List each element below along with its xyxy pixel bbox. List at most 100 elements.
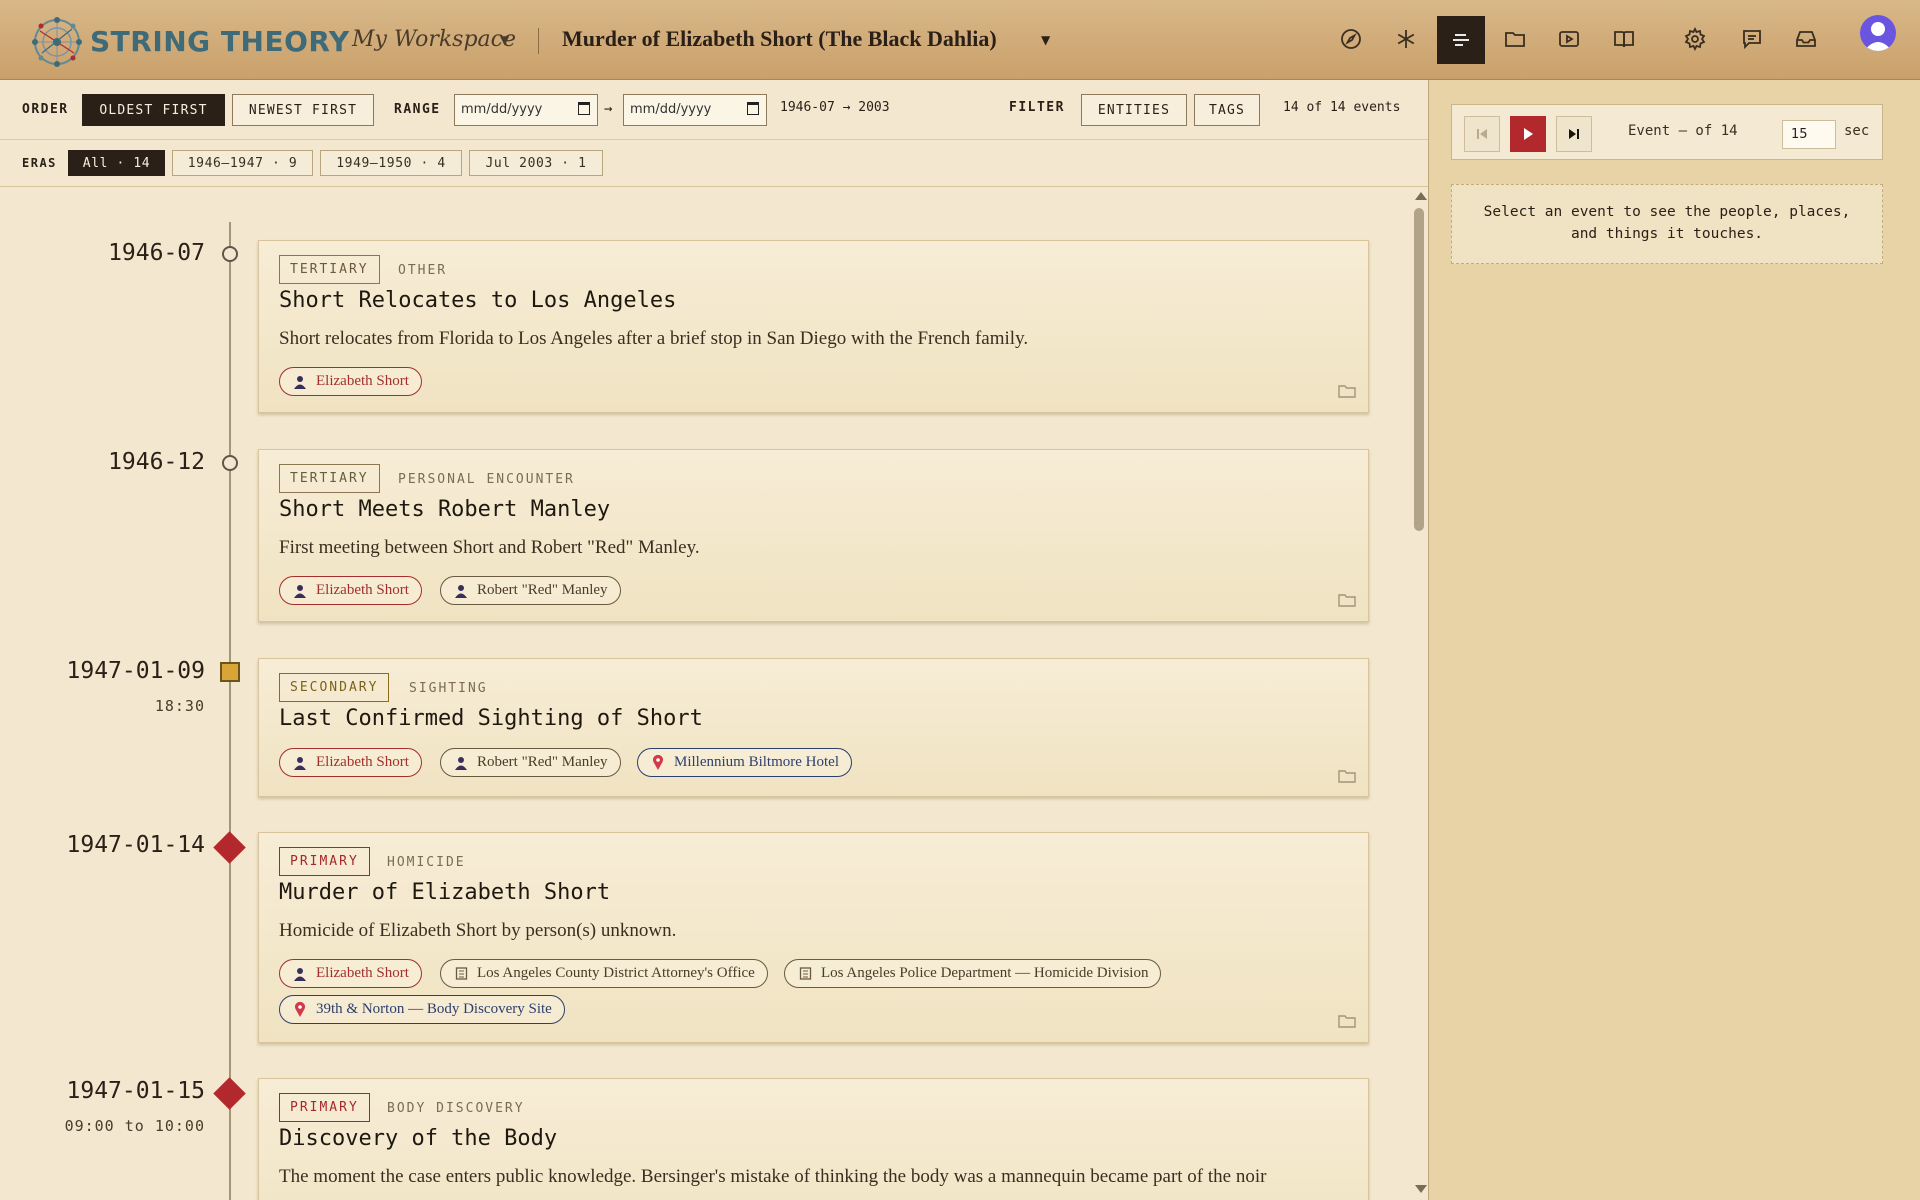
entity-chip-person[interactable]: Robert "Red" Manley <box>440 576 621 605</box>
event-type: BODY DISCOVERY <box>387 1101 525 1116</box>
era-1946-1947[interactable]: 1946–1947 · 9 <box>172 150 313 176</box>
chip-label: Los Angeles Police Department — Homicide… <box>821 965 1149 981</box>
scroll-up-icon[interactable] <box>1415 192 1427 200</box>
timeline-icon[interactable] <box>1437 16 1485 64</box>
event-card[interactable]: SECONDARY SIGHTING Last Confirmed Sighti… <box>258 658 1369 797</box>
event-description: Homicide of Elizabeth Short by person(s)… <box>279 920 677 941</box>
event-date: 1947-01-14 <box>66 832 205 858</box>
era-all[interactable]: All · 14 <box>68 150 165 176</box>
range-start-input[interactable]: mm/dd/yyyy <box>454 94 598 126</box>
compass-icon[interactable] <box>1335 23 1367 55</box>
timeline-list: 1946-07 TERTIARY OTHER Short Relocates t… <box>0 188 1412 1200</box>
entity-chip-person[interactable]: Elizabeth Short <box>279 959 422 988</box>
person-icon <box>292 583 308 599</box>
oldest-first-button[interactable]: OLDEST FIRST <box>82 94 225 126</box>
book-icon[interactable] <box>1608 23 1640 55</box>
skip-forward-icon <box>1569 129 1579 139</box>
workspace-selector[interactable]: My Workspace <box>352 27 516 52</box>
event-date: 1946-12 <box>108 449 205 475</box>
case-title[interactable]: Murder of Elizabeth Short (The Black Dah… <box>562 26 997 52</box>
play-icon[interactable] <box>1553 23 1585 55</box>
filter-label: FILTER <box>1009 100 1065 115</box>
asterisk-icon[interactable] <box>1390 23 1422 55</box>
event-type: HOMICIDE <box>387 855 466 870</box>
event-title: Discovery of the Body <box>279 1126 558 1151</box>
entity-chip-person[interactable]: Robert "Red" Manley <box>440 748 621 777</box>
primary-marker <box>213 831 246 864</box>
calendar-icon[interactable] <box>578 102 590 115</box>
timeline-scrollbar[interactable] <box>1412 188 1428 1200</box>
tags-filter-button[interactable]: TAGS <box>1194 94 1260 126</box>
logo <box>32 17 82 67</box>
person-icon <box>292 966 308 982</box>
chat-icon[interactable] <box>1736 23 1768 55</box>
primary-marker <box>213 1077 246 1110</box>
scroll-down-icon[interactable] <box>1415 1185 1427 1193</box>
folder-icon[interactable] <box>1338 1014 1356 1028</box>
skip-forward-button[interactable] <box>1556 116 1592 152</box>
eras-label: ERAS <box>22 156 57 170</box>
entity-chip-organization[interactable]: Los Angeles County District Attorney's O… <box>440 959 768 988</box>
chip-label: Elizabeth Short <box>316 373 409 389</box>
seconds-label: sec <box>1844 123 1870 139</box>
person-icon <box>292 755 308 771</box>
chip-label: Millennium Biltmore Hotel <box>674 754 839 770</box>
event-time: 18:30 <box>154 697 205 715</box>
folder-icon[interactable] <box>1338 593 1356 607</box>
event-position: Event — of 14 <box>1628 123 1738 139</box>
event-card[interactable]: PRIMARY HOMICIDE Murder of Elizabeth Sho… <box>258 832 1369 1043</box>
entity-chip-person[interactable]: Elizabeth Short <box>279 367 422 396</box>
event-card[interactable]: PRIMARY BODY DISCOVERY Discovery of the … <box>258 1078 1369 1200</box>
avatar-icon[interactable] <box>1860 15 1896 51</box>
range-arrow: → <box>604 101 613 117</box>
event-type: PERSONAL ENCOUNTER <box>398 472 575 487</box>
newest-first-button[interactable]: NEWEST FIRST <box>232 94 374 126</box>
event-details-panel: Event — of 14 15 sec Select an event to … <box>1428 80 1920 1200</box>
workspace-caret-icon[interactable]: ▼ <box>500 33 509 47</box>
order-label: ORDER <box>22 102 69 117</box>
timeline-spine <box>229 222 231 1200</box>
chip-label: Elizabeth Short <box>316 582 409 598</box>
play-button[interactable] <box>1510 116 1546 152</box>
chip-label: Robert "Red" Manley <box>477 582 608 598</box>
event-title: Last Confirmed Sighting of Short <box>279 706 703 731</box>
play-icon <box>1524 128 1533 140</box>
entity-chip-organization[interactable]: Los Angeles Police Department — Homicide… <box>784 959 1162 988</box>
era-jul-2003[interactable]: Jul 2003 · 1 <box>469 150 603 176</box>
secondary-marker <box>220 662 240 682</box>
tertiary-marker <box>222 246 238 262</box>
entity-chip-place[interactable]: Millennium Biltmore Hotel <box>637 748 852 777</box>
chip-label: 39th & Norton — Body Discovery Site <box>316 1001 552 1017</box>
tertiary-marker <box>222 455 238 471</box>
map-pin-icon <box>650 755 666 771</box>
inbox-icon[interactable] <box>1790 23 1822 55</box>
empty-state-hint: Select an event to see the people, place… <box>1451 184 1883 264</box>
playback-controls: Event — of 14 15 sec <box>1451 104 1883 160</box>
folder-icon[interactable] <box>1338 384 1356 398</box>
tier-badge: SECONDARY <box>279 673 390 702</box>
event-card[interactable]: TERTIARY OTHER Short Relocates to Los An… <box>258 240 1369 413</box>
event-description: The moment the case enters public knowle… <box>279 1166 1267 1187</box>
event-card[interactable]: TERTIARY PERSONAL ENCOUNTER Short Meets … <box>258 449 1369 622</box>
gear-icon[interactable] <box>1679 23 1711 55</box>
folder-icon[interactable] <box>1499 23 1531 55</box>
era-1949-1950[interactable]: 1949–1950 · 4 <box>320 150 462 176</box>
tier-badge: TERTIARY <box>279 255 380 284</box>
range-end-input[interactable]: mm/dd/yyyy <box>623 94 767 126</box>
scrollbar-thumb[interactable] <box>1414 208 1424 531</box>
map-pin-icon <box>292 1002 308 1018</box>
person-icon <box>292 374 308 390</box>
range-label: RANGE <box>394 102 441 117</box>
calendar-icon[interactable] <box>747 102 759 115</box>
tier-badge: TERTIARY <box>279 464 380 493</box>
entity-chip-person[interactable]: Elizabeth Short <box>279 576 422 605</box>
case-caret-icon[interactable]: ▼ <box>1041 33 1050 47</box>
chip-label: Robert "Red" Manley <box>477 754 608 770</box>
entities-filter-button[interactable]: ENTITIES <box>1081 94 1187 126</box>
range-summary: 1946-07 → 2003 <box>780 100 890 115</box>
entity-chip-place[interactable]: 39th & Norton — Body Discovery Site <box>279 995 565 1024</box>
interval-seconds-input[interactable]: 15 <box>1782 120 1836 149</box>
entity-chip-person[interactable]: Elizabeth Short <box>279 748 422 777</box>
skip-back-button[interactable] <box>1464 116 1500 152</box>
folder-icon[interactable] <box>1338 769 1356 783</box>
